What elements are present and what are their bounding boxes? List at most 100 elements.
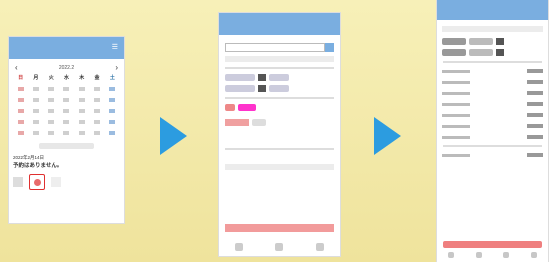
calendar-day[interactable] <box>94 131 101 135</box>
chip-row <box>225 85 334 92</box>
option-chip[interactable] <box>269 74 289 81</box>
calendar-day[interactable] <box>78 120 85 124</box>
calendar-day[interactable] <box>78 87 85 91</box>
action-row <box>9 169 124 190</box>
calendar-day[interactable] <box>48 131 55 135</box>
search-input[interactable] <box>225 43 325 52</box>
tab-bar <box>437 248 548 262</box>
detail-chip <box>442 49 466 56</box>
calendar-day[interactable] <box>63 109 70 113</box>
calendar-day[interactable] <box>94 87 101 91</box>
search-row <box>225 43 334 52</box>
confirm-button[interactable] <box>443 241 542 248</box>
calendar-day[interactable] <box>32 131 39 135</box>
phone-screen-search <box>219 13 340 256</box>
calendar-day[interactable] <box>109 109 116 113</box>
calendar-day[interactable] <box>17 87 24 91</box>
tab-icon[interactable] <box>235 243 244 251</box>
list-item <box>442 101 543 107</box>
calendar-days <box>9 87 124 135</box>
chevron-right-icon[interactable]: › <box>115 63 118 72</box>
option-icon[interactable] <box>258 74 266 81</box>
divider <box>225 67 334 69</box>
calendar-day[interactable] <box>17 120 24 124</box>
calendar-day[interactable] <box>17 131 24 135</box>
detail-field <box>442 26 543 32</box>
calendar-day[interactable] <box>48 87 55 91</box>
detail-row <box>442 38 543 45</box>
choice-button[interactable] <box>225 119 249 126</box>
tab-icon[interactable] <box>275 243 284 251</box>
form-field[interactable] <box>225 164 334 170</box>
calendar-day[interactable] <box>48 109 55 113</box>
app-header: ☰ <box>9 37 124 59</box>
tab-icon[interactable] <box>315 243 324 251</box>
calendar-day[interactable] <box>78 131 85 135</box>
calendar-day[interactable] <box>32 120 39 124</box>
list-item <box>442 79 543 85</box>
search-icon[interactable] <box>325 43 334 52</box>
calendar-nav: ‹ 2022.2 › <box>9 59 124 74</box>
list-item <box>442 123 543 129</box>
choice-row <box>225 104 334 111</box>
divider <box>225 97 334 99</box>
schedule-note: 2022年2月14日 予約はありません。 <box>9 149 124 169</box>
weekday-sun: 日 <box>18 75 24 81</box>
action-icon[interactable] <box>51 177 61 187</box>
calendar-day[interactable] <box>78 98 85 102</box>
weekday-thu: 木 <box>79 75 85 81</box>
arrow-right-icon <box>160 117 187 155</box>
calendar-day[interactable] <box>32 98 39 102</box>
weekday-fri: 金 <box>94 75 100 81</box>
menu-icon[interactable]: ☰ <box>112 37 118 59</box>
calendar-day[interactable] <box>109 120 116 124</box>
calendar-day[interactable] <box>109 87 116 91</box>
phone-screen-calendar: ☰ ‹ 2022.2 › 日 月 火 水 木 金 土 2022年2月14日 予約… <box>9 37 124 223</box>
calendar-day[interactable] <box>32 109 39 113</box>
option-chip[interactable] <box>225 74 255 81</box>
tab-icon[interactable] <box>475 252 482 258</box>
app-header <box>219 13 340 35</box>
list-item <box>442 68 543 74</box>
calendar-day[interactable] <box>17 98 24 102</box>
list-item <box>442 90 543 96</box>
chevron-left-icon[interactable]: ‹ <box>15 63 18 72</box>
calendar-day[interactable] <box>78 109 85 113</box>
option-chip[interactable] <box>225 85 255 92</box>
calendar-day[interactable] <box>94 109 101 113</box>
calendar-grid: 日 月 火 水 木 金 土 <box>9 74 124 81</box>
tab-icon[interactable] <box>503 252 510 258</box>
option-icon[interactable] <box>258 85 266 92</box>
calendar-day[interactable] <box>48 98 55 102</box>
list-item <box>442 152 543 158</box>
detail-icon <box>496 49 504 56</box>
detail-chip <box>469 38 493 45</box>
add-reservation-button[interactable] <box>29 174 45 190</box>
calendar-day[interactable] <box>94 120 101 124</box>
choice-marker[interactable] <box>225 104 235 111</box>
weekday-wed: 水 <box>63 75 69 81</box>
arrow-right-icon <box>374 117 401 155</box>
tab-icon[interactable] <box>531 252 538 258</box>
choice-item[interactable] <box>252 119 266 126</box>
calendar-day[interactable] <box>48 120 55 124</box>
submit-button[interactable] <box>225 224 334 232</box>
calendar-day[interactable] <box>63 98 70 102</box>
calendar-day[interactable] <box>109 98 116 102</box>
detail-icon <box>496 38 504 45</box>
calendar-day[interactable] <box>94 98 101 102</box>
weekday-sat: 土 <box>109 75 115 81</box>
weekday-mon: 月 <box>33 75 39 81</box>
calendar-day[interactable] <box>32 87 39 91</box>
calendar-day[interactable] <box>63 87 70 91</box>
calendar-day[interactable] <box>63 120 70 124</box>
divider <box>225 148 334 150</box>
tab-icon[interactable] <box>447 252 454 258</box>
calendar-day[interactable] <box>17 109 24 113</box>
choice-item[interactable] <box>238 104 256 111</box>
action-icon[interactable] <box>13 177 23 187</box>
calendar-day[interactable] <box>63 131 70 135</box>
calendar-day[interactable] <box>109 131 116 135</box>
option-chip[interactable] <box>269 85 289 92</box>
form-field[interactable] <box>225 56 334 62</box>
